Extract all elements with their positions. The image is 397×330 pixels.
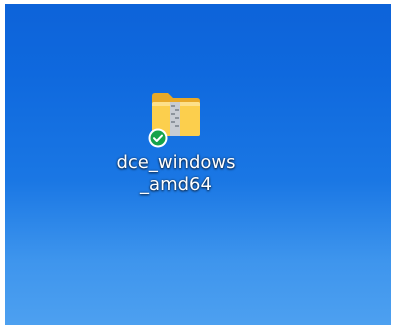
zip-folder-icon <box>148 90 204 148</box>
desktop-icon-dce-windows-amd64[interactable]: dce_windows _amd64 <box>105 84 247 214</box>
label-line-2: _amd64 <box>140 174 212 195</box>
sync-check-icon <box>148 128 168 148</box>
desktop-background[interactable]: dce_windows _amd64 <box>5 4 391 325</box>
label-line-1: dce_windows <box>116 152 236 173</box>
desktop-icon-label: dce_windows _amd64 <box>105 152 247 196</box>
